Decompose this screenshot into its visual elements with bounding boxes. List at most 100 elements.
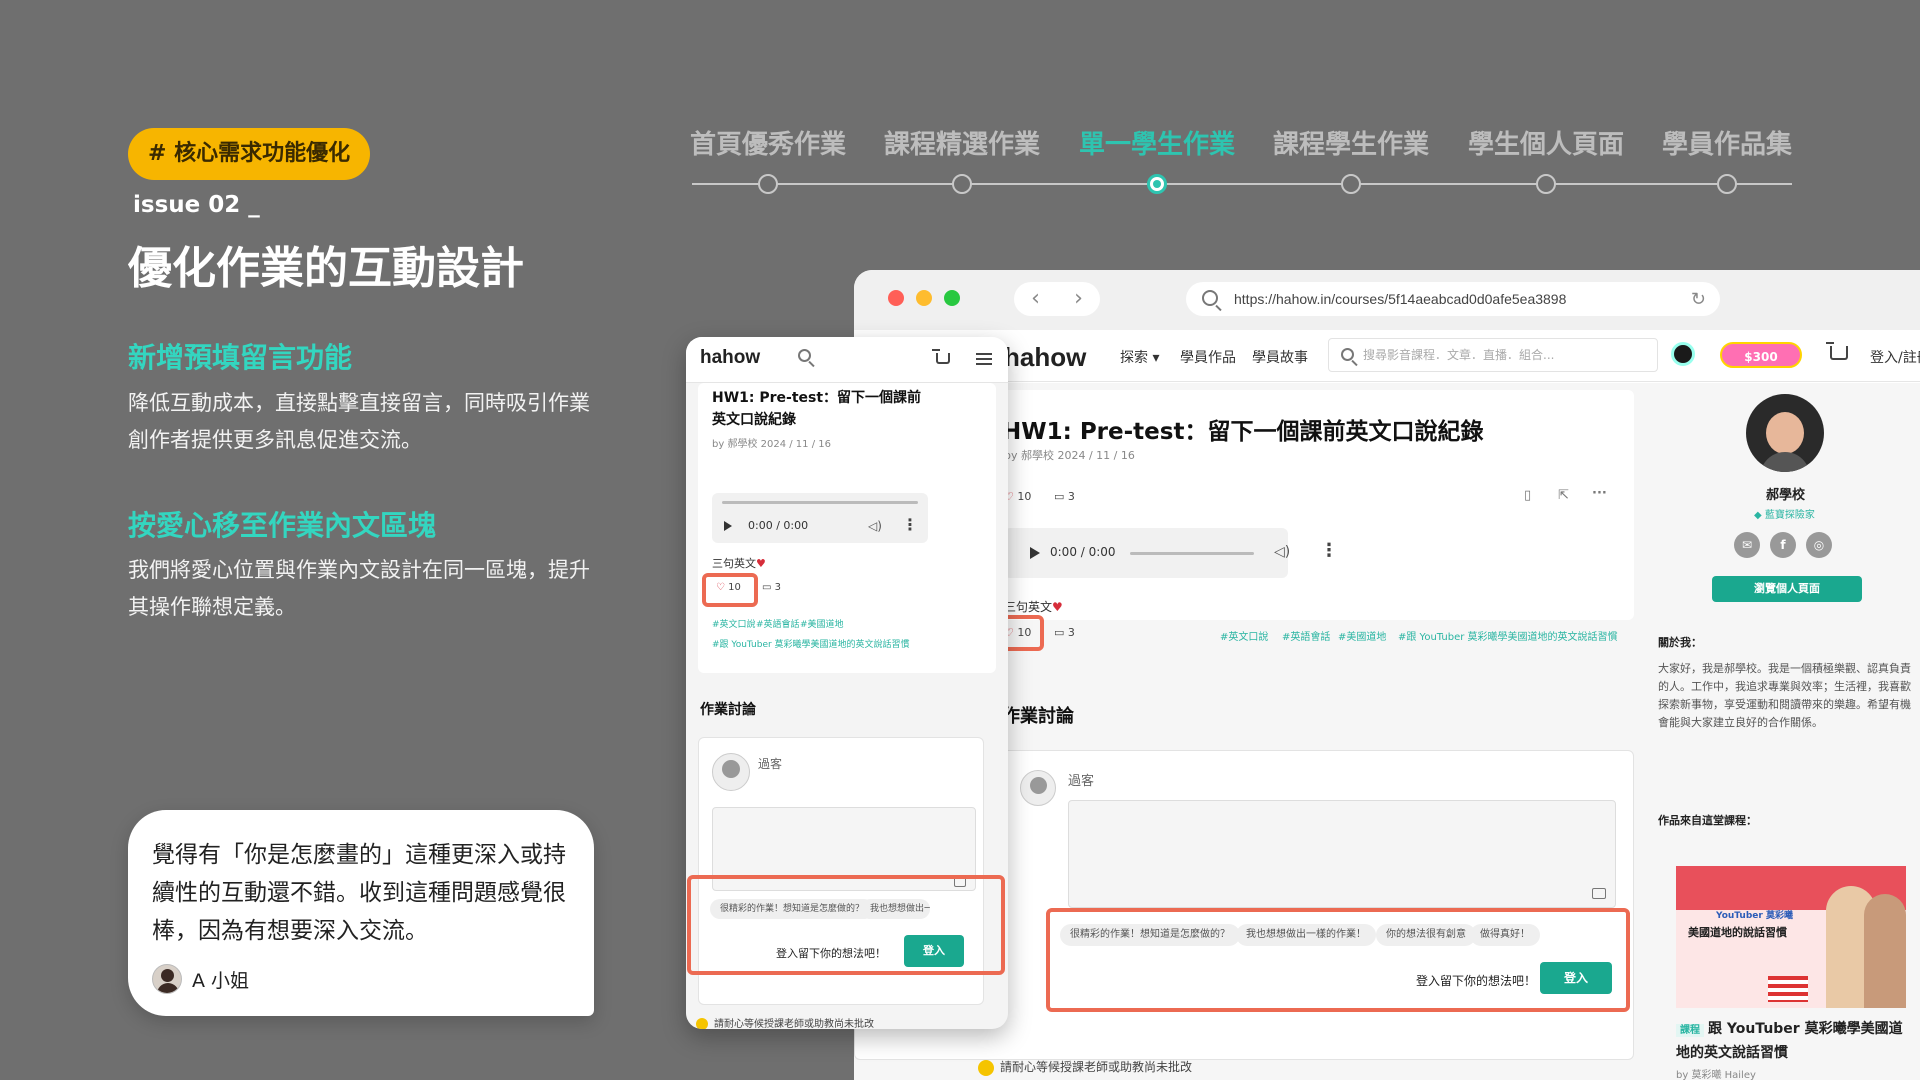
cart-icon[interactable] — [932, 349, 950, 364]
view-profile-button[interactable]: 瀏覽個人頁面 — [1712, 576, 1862, 602]
reload-icon[interactable]: ↻ — [1691, 282, 1706, 316]
course-title[interactable]: 課程跟 YouTuber 莫彩曦學美國道地的英文說話習慣 — [1676, 1018, 1906, 1064]
timeline-dot[interactable] — [952, 174, 972, 194]
back-arrow-icon[interactable]: ‹ — [1014, 282, 1057, 316]
mobile-header: hahow — [686, 337, 1008, 383]
timeline-dot[interactable] — [1341, 174, 1361, 194]
discussion-heading: 作業討論 — [1002, 706, 1074, 727]
play-icon[interactable] — [1030, 547, 1040, 559]
close-window-button[interactable] — [888, 290, 904, 306]
comment-count-top[interactable]: ▭ 3 — [1054, 490, 1075, 503]
feature-desc-prefill-comment: 降低互動成本，直接點擊直接留言，同時吸引作業創作者提供更多訊息促進交流。 — [128, 391, 590, 452]
tag[interactable]: #跟 YouTuber 莫彩曦學美國道地的英文說話習慣 — [712, 637, 910, 650]
comment-button[interactable]: ▭ 3 — [1054, 626, 1075, 639]
mobile-login-button[interactable]: 登入 — [904, 935, 964, 967]
audio-progress-track[interactable] — [1130, 552, 1254, 555]
cart-icon[interactable] — [1826, 342, 1848, 360]
mobile-audio-track[interactable] — [722, 501, 918, 504]
timeline-dot-active[interactable] — [1147, 174, 1167, 194]
guest-avatar — [1020, 770, 1056, 806]
comment-textarea[interactable] — [1068, 800, 1616, 908]
timeline-label-single-student[interactable]: 單一學生作業 — [1079, 124, 1235, 161]
minimize-window-button[interactable] — [916, 290, 932, 306]
timeline-dot[interactable] — [1717, 174, 1737, 194]
like-button-top[interactable]: ♡ 10 — [1004, 490, 1031, 503]
browser-toolbar: ‹ › https://hahow.in/courses/5f14aeabcad… — [854, 270, 1920, 330]
course-thumbnail[interactable]: YouTuber 莫彩曦 美國道地的說話習慣 — [1676, 866, 1906, 1008]
facebook-icon[interactable]: f — [1770, 532, 1796, 558]
slide-headline: 優化作業的互動設計 — [128, 243, 524, 294]
hahow-logo[interactable]: hahow — [1004, 342, 1086, 373]
instagram-icon[interactable]: ◎ — [1806, 532, 1832, 558]
menu-icon-bar — [976, 358, 992, 360]
timeline-label-portfolio[interactable]: 學員作品集 — [1662, 124, 1792, 161]
more-options-icon[interactable]: ··· — [1592, 486, 1607, 501]
menu-icon[interactable] — [976, 353, 992, 355]
like-button[interactable]: ♡ 10 — [1004, 626, 1031, 639]
prefill-chip[interactable]: 你的想法很有創意 — [1376, 924, 1476, 946]
nav-student-stories[interactable]: 學員故事 — [1252, 347, 1308, 367]
quote-user-name: A 小姐 — [192, 969, 250, 992]
mobile-post-caption: 三句英文♥ — [712, 557, 766, 570]
search-icon[interactable] — [798, 349, 811, 362]
tag[interactable]: #英語會話 — [1282, 628, 1330, 643]
post-caption: 三句英文♥ — [1004, 600, 1063, 614]
nav-login[interactable]: 登入/註冊 — [1870, 347, 1920, 367]
address-bar[interactable]: https://hahow.in/courses/5f14aeabcad0d0a… — [1186, 282, 1720, 316]
login-button[interactable]: 登入 — [1540, 962, 1612, 994]
promo-badge[interactable]: $300 — [1720, 342, 1802, 368]
feature-desc-heart-move: 我們將愛心位置與作業內文設計在同一區塊，提升其操作聯想定義。 — [128, 558, 590, 619]
mobile-screen: hahow HW1: Pre-test：留下一個課前英文口說紀錄 by 郝學校 … — [686, 337, 1008, 1029]
comment-button[interactable]: ▭ 3 — [762, 582, 781, 593]
audio-time: 0:00 / 0:00 — [1050, 545, 1116, 559]
bookmark-icon[interactable]: ▯ — [1524, 488, 1531, 503]
quote-user: A 小姐 — [152, 964, 570, 994]
tag[interactable]: #英文口說 — [712, 617, 756, 630]
site-search-input[interactable]: 搜尋影音課程．文章．直播．組合... — [1328, 338, 1658, 372]
image-upload-icon[interactable] — [1592, 888, 1606, 899]
volume-icon[interactable]: ◁) — [1274, 544, 1290, 560]
forward-arrow-icon[interactable]: › — [1057, 282, 1100, 316]
globe-icon[interactable] — [1671, 342, 1695, 366]
prefill-chip[interactable]: 很精彩的作業！想知道是怎麼做的？ — [710, 899, 875, 919]
issue-number: issue 02 _ — [133, 192, 260, 218]
prefill-chip[interactable]: 我也想想做出一 — [860, 899, 930, 919]
profile-name: 郝學校 — [1766, 488, 1806, 503]
timeline-label-home-works[interactable]: 首頁優秀作業 — [690, 124, 846, 161]
post-meta: by 郝學校 2024 / 11 / 16 — [1004, 449, 1135, 462]
player-more-icon[interactable]: ⋮ — [1320, 540, 1338, 561]
prefill-chip[interactable]: 我也想想做出一樣的作業！ — [1236, 924, 1376, 946]
timeline-label-course-students[interactable]: 課程學生作業 — [1273, 124, 1429, 161]
post-title: HW1: Pre-test：留下一個課前英文口說紀錄 — [1002, 419, 1484, 445]
share-icon[interactable]: ⇱ — [1558, 488, 1569, 503]
profile-avatar[interactable] — [1746, 394, 1824, 472]
nav-explore[interactable]: 探索 ▾ — [1120, 347, 1159, 367]
hahow-logo[interactable]: hahow — [700, 347, 760, 369]
player-more-icon[interactable]: ⋮ — [902, 515, 918, 534]
prefill-chip[interactable]: 很精彩的作業！想知道是怎麼做的？ — [1060, 924, 1240, 946]
mail-icon[interactable]: ✉ — [1734, 532, 1760, 558]
tag[interactable]: #美國道地 — [1338, 628, 1386, 643]
prefill-chip[interactable]: 做得真好！ — [1470, 924, 1540, 946]
site-navbar: hahow 探索 ▾ 學員作品 學員故事 搜尋影音課程．文章．直播．組合... … — [854, 330, 1920, 382]
tag[interactable]: #英語會話 — [756, 617, 800, 630]
comment-count: 3 — [1067, 490, 1075, 503]
desktop-browser-window: ‹ › https://hahow.in/courses/5f14aeabcad… — [854, 270, 1920, 1080]
tag[interactable]: #英文口說 — [1220, 628, 1268, 643]
guest-avatar — [712, 753, 750, 791]
timeline-label-course-featured[interactable]: 課程精選作業 — [884, 124, 1040, 161]
timeline-label-student-profile[interactable]: 學生個人頁面 — [1468, 124, 1624, 161]
mobile-post-title: HW1: Pre-test：留下一個課前英文口說紀錄 — [712, 390, 922, 428]
mobile-login-prompt: 登入留下你的想法吧！ — [776, 947, 886, 960]
tag[interactable]: #美國道地 — [800, 617, 844, 630]
timeline-line — [692, 183, 1792, 185]
timeline-dot[interactable] — [1536, 174, 1556, 194]
volume-icon[interactable]: ◁) — [868, 519, 882, 533]
maximize-window-button[interactable] — [944, 290, 960, 306]
like-button[interactable]: ♡ 10 — [716, 582, 741, 593]
tag[interactable]: #跟 YouTuber 莫彩曦學美國道地的英文說話習慣 — [1398, 628, 1618, 643]
play-icon[interactable] — [724, 521, 732, 531]
login-prompt: 登入留下你的想法吧！ — [1416, 974, 1537, 988]
nav-student-works[interactable]: 學員作品 — [1180, 347, 1236, 367]
timeline-dot[interactable] — [758, 174, 778, 194]
